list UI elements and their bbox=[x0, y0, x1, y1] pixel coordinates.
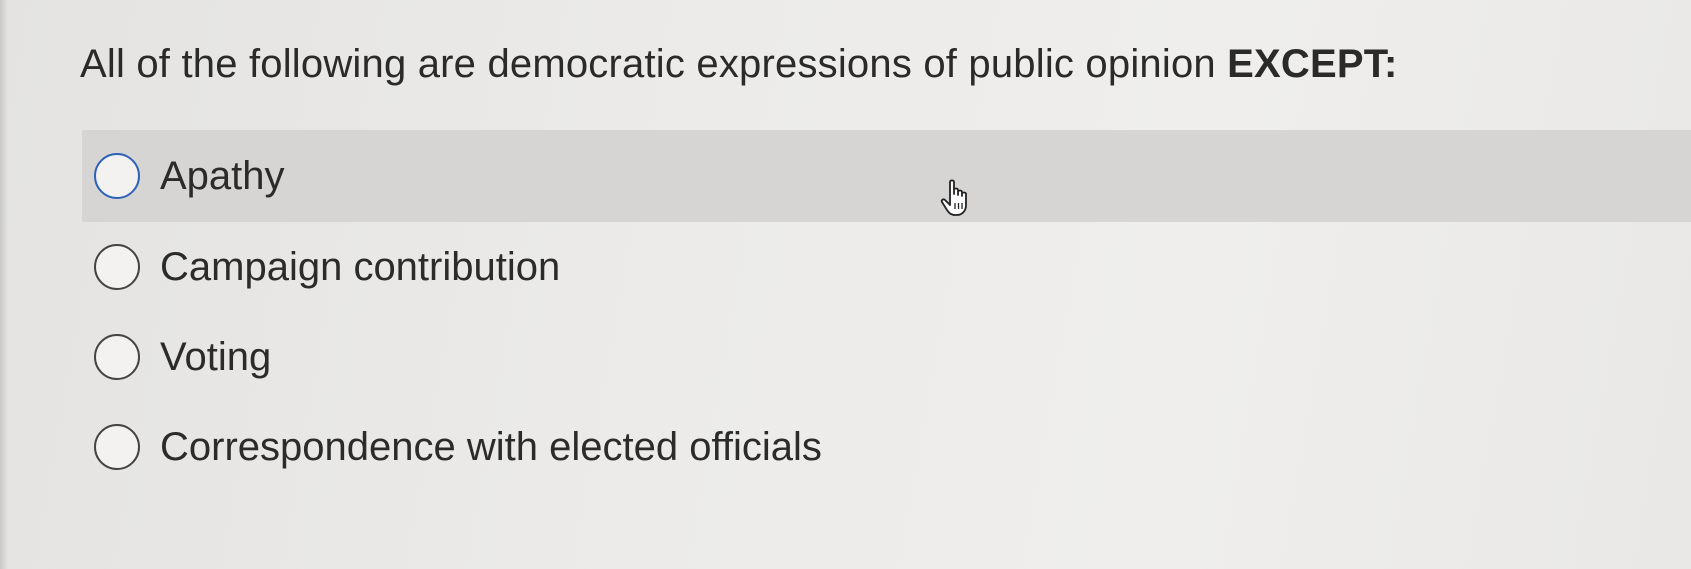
radio-button-correspondence[interactable] bbox=[94, 424, 140, 470]
option-label: Correspondence with elected officials bbox=[160, 424, 822, 469]
radio-button-voting[interactable] bbox=[94, 334, 140, 380]
radio-button-campaign-contribution[interactable] bbox=[94, 244, 140, 290]
answer-options: Apathy Campaign contribution Voting Corr… bbox=[82, 128, 1691, 492]
option-correspondence[interactable]: Correspondence with elected officials bbox=[82, 402, 1691, 492]
question-prompt: All of the following are democratic expr… bbox=[80, 42, 1397, 87]
option-campaign-contribution[interactable]: Campaign contribution bbox=[82, 222, 1691, 312]
question-text: All of the following are democratic expr… bbox=[80, 42, 1228, 86]
hand-pointer-icon bbox=[940, 179, 967, 216]
question-emphasis: EXCEPT: bbox=[1227, 42, 1398, 86]
option-label: Apathy bbox=[160, 153, 285, 198]
page-left-edge bbox=[0, 0, 8, 569]
option-voting[interactable]: Voting bbox=[82, 312, 1691, 402]
option-apathy[interactable]: Apathy bbox=[82, 130, 1691, 222]
option-label: Campaign contribution bbox=[160, 244, 561, 289]
radio-button-apathy[interactable] bbox=[94, 153, 140, 199]
option-label: Voting bbox=[160, 334, 272, 379]
